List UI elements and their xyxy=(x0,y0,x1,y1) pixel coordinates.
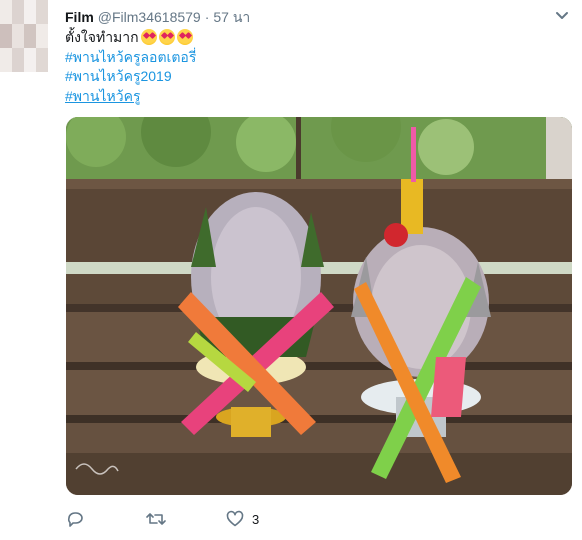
author-name[interactable]: Film xyxy=(65,9,94,25)
tweet-text-content: ตั้งใจทำมาก xyxy=(65,29,139,45)
avatar[interactable] xyxy=(0,0,48,72)
tweet-timestamp[interactable]: 57 นา xyxy=(213,9,250,25)
like-button[interactable]: 3 xyxy=(226,508,259,530)
tweet-header: Film @Film34618579 · 57 นา xyxy=(65,8,250,26)
separator-dot: · xyxy=(204,9,210,25)
like-count: 3 xyxy=(252,511,260,527)
heart-eyes-emoji-icon xyxy=(140,29,157,45)
retweet-button[interactable] xyxy=(146,508,166,530)
chevron-down-icon[interactable] xyxy=(555,11,569,21)
tweet-card[interactable]: Film @Film34618579 · 57 นา ตั้งใจทำมาก #พาน… xyxy=(0,0,582,540)
photo-image xyxy=(66,117,572,495)
hashtag-link[interactable]: #พานไหว้ครู xyxy=(65,88,140,104)
retweet-icon xyxy=(146,513,166,525)
author-handle[interactable]: @Film34618579 xyxy=(98,9,201,25)
heart-icon xyxy=(226,510,244,527)
reply-icon xyxy=(67,512,83,527)
tweet-actions: 3 xyxy=(66,508,466,530)
heart-eyes-emoji-icon xyxy=(158,29,175,45)
hashtag-link[interactable]: #พานไหว้ครูลอตเตอรี่ xyxy=(65,49,196,65)
heart-eyes-emoji-icon xyxy=(176,29,193,45)
tweet-photo[interactable] xyxy=(66,117,572,495)
reply-button[interactable] xyxy=(66,508,84,530)
hashtag-link[interactable]: #พานไหว้ครู2019 xyxy=(65,68,172,84)
tweet-text-line: ตั้งใจทำมาก xyxy=(65,28,545,48)
tweet-text: ตั้งใจทำมาก #พานไหว้ครูลอตเตอรี่ #พานไหว… xyxy=(65,28,545,106)
